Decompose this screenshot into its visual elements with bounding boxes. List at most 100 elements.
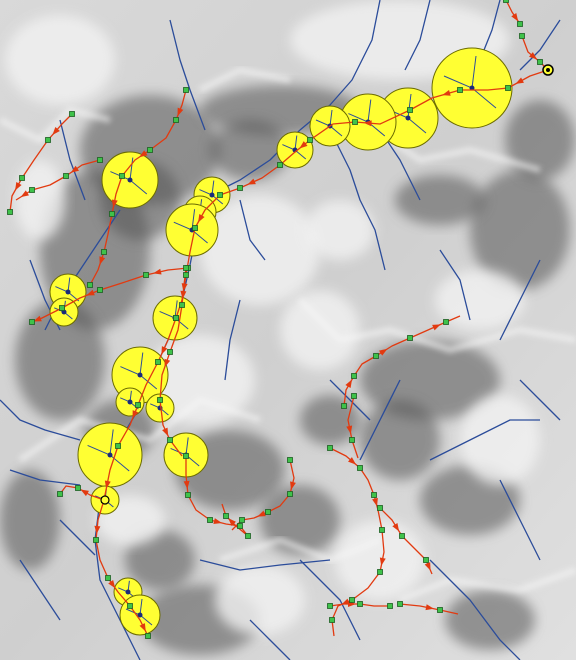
sunlit-slope (215, 565, 305, 635)
green-square-vertex (407, 107, 413, 113)
green-square-vertex (287, 457, 293, 463)
green-square-vertex (377, 505, 383, 511)
green-square-vertex (185, 492, 191, 498)
green-square-vertex (349, 437, 355, 443)
green-square-vertex (183, 453, 189, 459)
green-square-vertex (397, 601, 403, 607)
buffer-center-point (405, 115, 411, 121)
green-square-vertex (93, 537, 99, 543)
green-square-vertex (503, 0, 509, 3)
map-canvas (0, 0, 576, 660)
buffer-zone (165, 203, 219, 257)
buffer-zone (101, 151, 159, 209)
green-square-vertex (217, 192, 223, 198)
green-square-vertex (97, 287, 103, 293)
black-circle-outlet-marker (100, 495, 110, 505)
sunlit-slope (460, 395, 540, 485)
green-square-vertex (167, 349, 173, 355)
green-square-vertex (457, 87, 463, 93)
green-square-vertex (517, 21, 523, 27)
green-square-vertex (277, 162, 283, 168)
green-square-vertex (223, 513, 229, 519)
green-square-vertex (265, 509, 271, 515)
green-square-vertex (237, 185, 243, 191)
shadow-slope (445, 590, 535, 650)
green-square-vertex (357, 465, 363, 471)
green-square-vertex (307, 137, 313, 143)
green-square-vertex (371, 492, 377, 498)
green-square-vertex (327, 445, 333, 451)
green-square-vertex (423, 557, 429, 563)
green-square-vertex (19, 175, 25, 181)
green-square-vertex (373, 353, 379, 359)
terrain-map (0, 0, 576, 660)
sunlit-slope (5, 15, 115, 105)
green-square-vertex (377, 569, 383, 575)
green-square-vertex (167, 437, 173, 443)
buffer-center-point (137, 372, 143, 378)
green-square-vertex (29, 187, 35, 193)
green-square-vertex (109, 211, 115, 217)
green-square-vertex (87, 282, 93, 288)
green-square-vertex (63, 173, 69, 179)
green-square-vertex (407, 335, 413, 341)
green-square-vertex (7, 209, 13, 215)
green-square-vertex (155, 359, 161, 365)
green-square-vertex (379, 527, 385, 533)
sunlit-slope (280, 290, 360, 370)
shadow-slope (0, 470, 60, 570)
green-square-vertex (127, 603, 133, 609)
green-square-vertex (352, 119, 358, 125)
green-square-vertex (147, 147, 153, 153)
green-square-vertex (69, 111, 75, 117)
green-square-vertex (143, 272, 149, 278)
green-square-vertex (183, 265, 189, 271)
green-square-vertex (287, 491, 293, 497)
green-square-vertex (105, 575, 111, 581)
buffer-zone (431, 47, 513, 129)
green-square-vertex (207, 517, 213, 523)
buffer-center-point (125, 589, 131, 595)
buffer-zone (77, 422, 143, 488)
green-square-vertex (239, 517, 245, 523)
green-square-vertex (135, 402, 141, 408)
outlet-marker-center (546, 68, 550, 72)
green-square-vertex (97, 157, 103, 163)
green-square-vertex (399, 533, 405, 539)
green-square-vertex (45, 137, 51, 143)
green-square-vertex (351, 393, 357, 399)
green-square-vertex (537, 59, 543, 65)
green-square-vertex (183, 272, 189, 278)
green-square-vertex (173, 117, 179, 123)
green-square-vertex (443, 319, 449, 325)
buffer-center-point (65, 289, 71, 295)
green-square-vertex (505, 85, 511, 91)
green-square-vertex (519, 33, 525, 39)
sunlit-slope (15, 160, 65, 240)
shadow-slope (360, 400, 440, 480)
green-square-vertex (173, 315, 179, 321)
green-square-vertex (57, 491, 63, 497)
buffer-center-point (127, 399, 133, 405)
green-square-vertex (245, 533, 251, 539)
green-square-vertex (357, 601, 363, 607)
buffer-center-point (127, 177, 133, 183)
green-square-vertex (29, 319, 35, 325)
green-square-vertex (237, 523, 243, 529)
green-square-vertex (119, 173, 125, 179)
green-square-vertex (351, 373, 357, 379)
green-square-vertex (327, 603, 333, 609)
buffer-center-point (209, 192, 215, 198)
green-square-vertex (115, 443, 121, 449)
green-square-vertex (157, 397, 163, 403)
green-square-vertex (192, 225, 198, 231)
green-square-vertex (179, 302, 185, 308)
green-square-vertex (437, 607, 443, 613)
green-square-vertex (329, 617, 335, 623)
green-square-vertex (145, 633, 151, 639)
green-square-vertex (101, 249, 107, 255)
green-square-vertex (59, 305, 65, 311)
green-square-vertex (349, 597, 355, 603)
shadow-slope (395, 175, 485, 225)
green-square-vertex (183, 87, 189, 93)
